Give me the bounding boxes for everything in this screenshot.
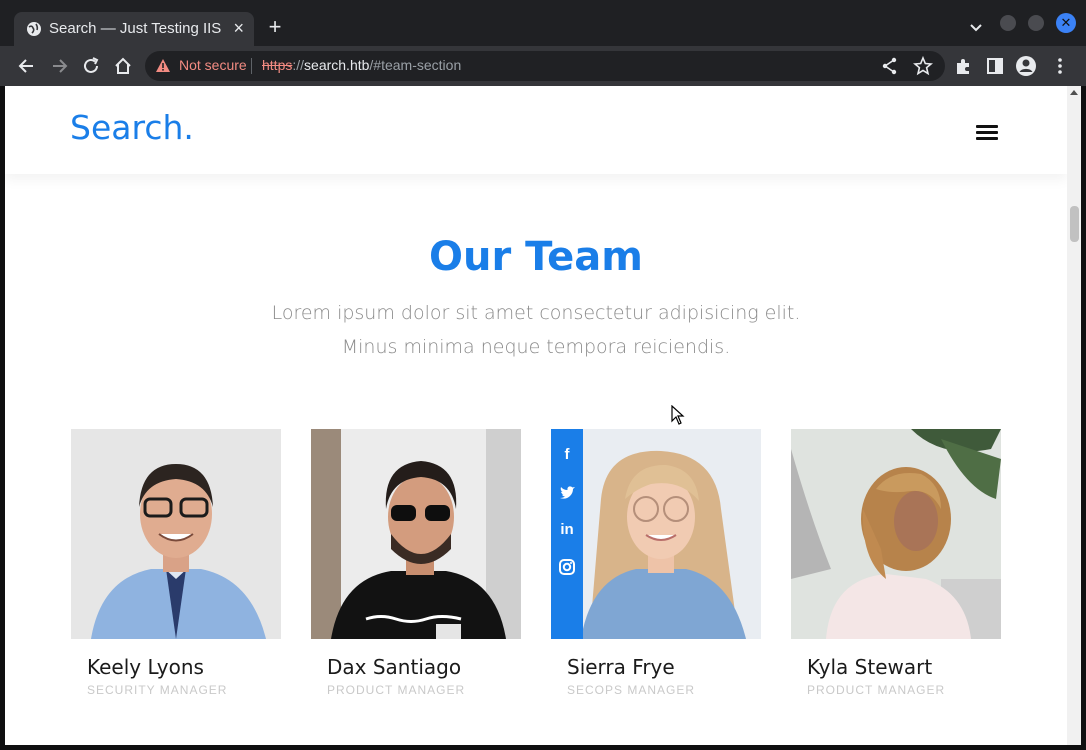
address-divider <box>251 58 252 74</box>
page-scrollbar[interactable] <box>1067 86 1081 745</box>
url-scheme: https <box>262 57 293 73</box>
social-links: f in <box>551 429 583 639</box>
star-icon[interactable] <box>912 55 934 77</box>
browser-tab[interactable]: Search — Just Testing IIS × <box>14 12 254 46</box>
tab-close-button[interactable]: × <box>233 18 244 38</box>
mouse-cursor-icon <box>671 405 685 425</box>
member-name: Dax Santiago <box>327 655 462 679</box>
member-name: Keely Lyons <box>87 655 204 679</box>
browser-toolbar: Not secure https://search.htb/#team-sect… <box>0 46 1086 86</box>
scroll-thumb[interactable] <box>1070 206 1079 242</box>
home-icon[interactable] <box>112 55 134 77</box>
site-header: Search. <box>5 86 1067 174</box>
share-icon[interactable] <box>879 55 901 77</box>
window-close-button[interactable]: ✕ <box>1056 13 1076 33</box>
member-photo-image <box>71 429 281 639</box>
member-photo-image <box>311 429 521 639</box>
warning-icon[interactable] <box>155 58 171 74</box>
member-role: SECURITY MANAGER <box>87 683 228 697</box>
back-icon[interactable] <box>16 55 38 77</box>
member-name: Sierra Frye <box>567 655 675 679</box>
member-photo-image <box>791 429 1001 639</box>
linkedin-icon[interactable]: in <box>557 520 577 540</box>
url-host: search.htb <box>304 57 370 73</box>
instagram-icon[interactable] <box>557 557 577 577</box>
page-viewport: Search. Our Team Lorem ipsum dolor sit a… <box>5 86 1081 745</box>
tab-search-chevron-icon[interactable] <box>968 19 984 35</box>
tab-title: Search — Just Testing IIS <box>49 20 222 37</box>
member-photo <box>791 429 1001 639</box>
member-role: SECOPS MANAGER <box>567 683 696 697</box>
security-status[interactable]: Not secure <box>179 57 247 73</box>
team-card[interactable]: Kyla Stewart PRODUCT MANAGER <box>791 429 1001 697</box>
extensions-icon[interactable] <box>952 55 974 77</box>
url-text[interactable]: https://search.htb/#team-section <box>262 57 461 73</box>
member-photo <box>71 429 281 639</box>
section-title: Our Team <box>429 234 643 280</box>
url-path: /#team-section <box>369 57 462 73</box>
reload-icon[interactable] <box>80 55 102 77</box>
menu-icon[interactable] <box>1049 55 1071 77</box>
address-bar[interactable]: Not secure https://search.htb/#team-sect… <box>145 51 945 81</box>
scroll-up-arrow-icon[interactable] <box>1070 90 1078 95</box>
site-logo[interactable]: Search. <box>70 108 194 147</box>
sidepanel-icon[interactable] <box>984 55 1006 77</box>
member-name: Kyla Stewart <box>807 655 933 679</box>
hamburger-menu-icon[interactable] <box>976 125 998 141</box>
profile-icon[interactable] <box>1015 55 1037 77</box>
section-subtitle: Lorem ipsum dolor sit amet consectetur a… <box>271 302 801 358</box>
member-role: PRODUCT MANAGER <box>807 683 946 697</box>
maximize-button[interactable] <box>1028 15 1044 31</box>
tab-strip: Search — Just Testing IIS × + ✕ <box>0 0 1086 46</box>
facebook-icon[interactable]: f <box>557 445 577 465</box>
team-card[interactable]: Dax Santiago PRODUCT MANAGER <box>311 429 521 697</box>
member-photo: f in <box>551 429 761 639</box>
new-tab-button[interactable]: + <box>264 16 286 38</box>
team-card[interactable]: f in Sierra Frye SECOPS MANAGER <box>551 429 761 697</box>
member-role: PRODUCT MANAGER <box>327 683 466 697</box>
minimize-button[interactable] <box>1000 15 1016 31</box>
globe-icon <box>27 22 41 36</box>
member-photo <box>311 429 521 639</box>
url-separator: :// <box>292 57 305 73</box>
twitter-icon[interactable] <box>557 483 577 503</box>
forward-icon[interactable] <box>48 55 70 77</box>
team-card[interactable]: Keely Lyons SECURITY MANAGER <box>71 429 281 697</box>
